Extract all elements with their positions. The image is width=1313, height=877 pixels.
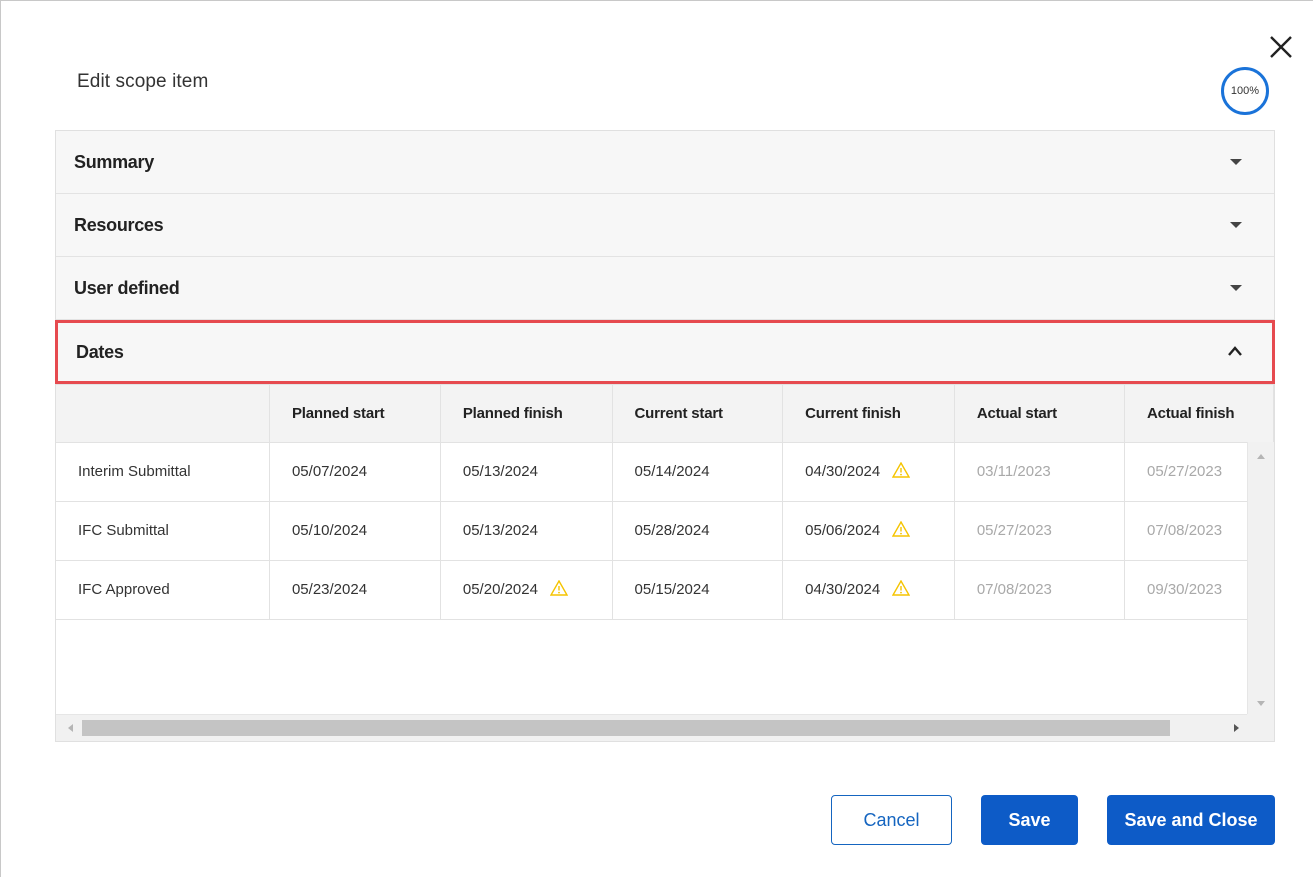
section-user-defined[interactable]: User defined <box>56 257 1274 320</box>
current-finish-value: 05/06/2024 <box>805 521 881 539</box>
section-label: Dates <box>76 341 124 362</box>
current-finish-cell[interactable]: 04/30/2024 <box>782 442 955 502</box>
dialog-title: Edit scope item <box>77 71 209 92</box>
scroll-left-icon[interactable] <box>68 724 73 732</box>
section-label: Summary <box>74 151 154 172</box>
warning-icon <box>892 461 911 482</box>
dates-grid: Planned start Planned finish Current sta… <box>56 384 1274 741</box>
close-icon[interactable] <box>1267 33 1295 61</box>
column-header[interactable]: Actual start <box>954 385 1125 443</box>
planned-finish-cell[interactable]: 05/13/2024 <box>440 501 613 561</box>
actual-start-cell: 07/08/2023 <box>954 560 1125 620</box>
warning-icon <box>892 520 911 541</box>
scrollbar-corner <box>1247 714 1274 741</box>
section-label: User defined <box>74 277 180 298</box>
milestone-label: IFC Approved <box>56 560 270 620</box>
column-header[interactable]: Current start <box>612 385 784 443</box>
scroll-right-icon[interactable] <box>1234 724 1239 732</box>
vertical-scrollbar[interactable] <box>1247 442 1274 714</box>
edit-scope-item-dialog: Edit scope item 100% Summary Resources U… <box>0 0 1313 877</box>
planned-start-cell[interactable]: 05/07/2024 <box>269 442 441 502</box>
planned-finish-cell[interactable]: 05/20/2024 <box>440 560 613 620</box>
table-row[interactable]: IFC Submittal 05/10/2024 05/13/2024 05/2… <box>56 501 1274 561</box>
table-row[interactable]: IFC Approved 05/23/2024 05/20/2024 05/15… <box>56 560 1274 620</box>
column-header[interactable]: Planned start <box>269 385 441 443</box>
scrollbar-thumb[interactable] <box>82 720 1170 736</box>
actual-start-cell: 03/11/2023 <box>954 442 1125 502</box>
actual-start-cell: 05/27/2023 <box>954 501 1125 561</box>
save-button[interactable]: Save <box>981 795 1078 845</box>
warning-icon <box>549 579 569 600</box>
horizontal-scrollbar[interactable] <box>56 714 1249 741</box>
scroll-up-icon[interactable] <box>1257 454 1265 459</box>
current-finish-value: 04/30/2024 <box>805 580 881 598</box>
scroll-down-icon[interactable] <box>1257 701 1265 706</box>
section-dates[interactable]: Dates <box>55 320 1275 384</box>
section-resources[interactable]: Resources <box>56 194 1274 257</box>
warning-icon <box>892 579 911 600</box>
planned-start-cell[interactable]: 05/23/2024 <box>269 560 441 620</box>
milestone-label: Interim Submittal <box>56 442 270 502</box>
table-row[interactable]: Interim Submittal 05/07/2024 05/13/2024 … <box>56 442 1274 502</box>
current-finish-cell[interactable]: 05/06/2024 <box>782 501 955 561</box>
column-header[interactable]: Actual finish <box>1124 385 1274 443</box>
column-header[interactable]: Planned finish <box>440 385 613 443</box>
milestone-label: IFC Submittal <box>56 501 270 561</box>
save-and-close-button[interactable]: Save and Close <box>1107 795 1275 845</box>
caret-down-icon <box>1230 285 1242 291</box>
table-header-row: Planned start Planned finish Current sta… <box>56 385 1274 443</box>
current-start-cell[interactable]: 05/14/2024 <box>612 442 784 502</box>
cancel-button[interactable]: Cancel <box>831 795 952 845</box>
completion-percent: 100% <box>1230 85 1260 97</box>
column-header <box>56 385 270 443</box>
current-start-cell[interactable]: 05/28/2024 <box>612 501 784 561</box>
chevron-up-icon <box>1228 343 1242 361</box>
accordion: Summary Resources User defined Dates Pla… <box>55 130 1275 742</box>
completion-indicator: 100% <box>1221 67 1269 115</box>
planned-start-cell[interactable]: 05/10/2024 <box>269 501 441 561</box>
caret-down-icon <box>1230 159 1242 165</box>
column-header[interactable]: Current finish <box>782 385 955 443</box>
planned-finish-cell[interactable]: 05/13/2024 <box>440 442 613 502</box>
current-finish-cell[interactable]: 04/30/2024 <box>782 560 955 620</box>
current-finish-value: 04/30/2024 <box>805 462 881 480</box>
dates-table: Planned start Planned finish Current sta… <box>56 385 1274 620</box>
section-summary[interactable]: Summary <box>56 131 1274 194</box>
caret-down-icon <box>1230 222 1242 228</box>
section-label: Resources <box>74 214 164 235</box>
planned-finish-value: 05/20/2024 <box>462 580 538 598</box>
current-start-cell[interactable]: 05/15/2024 <box>612 560 784 620</box>
